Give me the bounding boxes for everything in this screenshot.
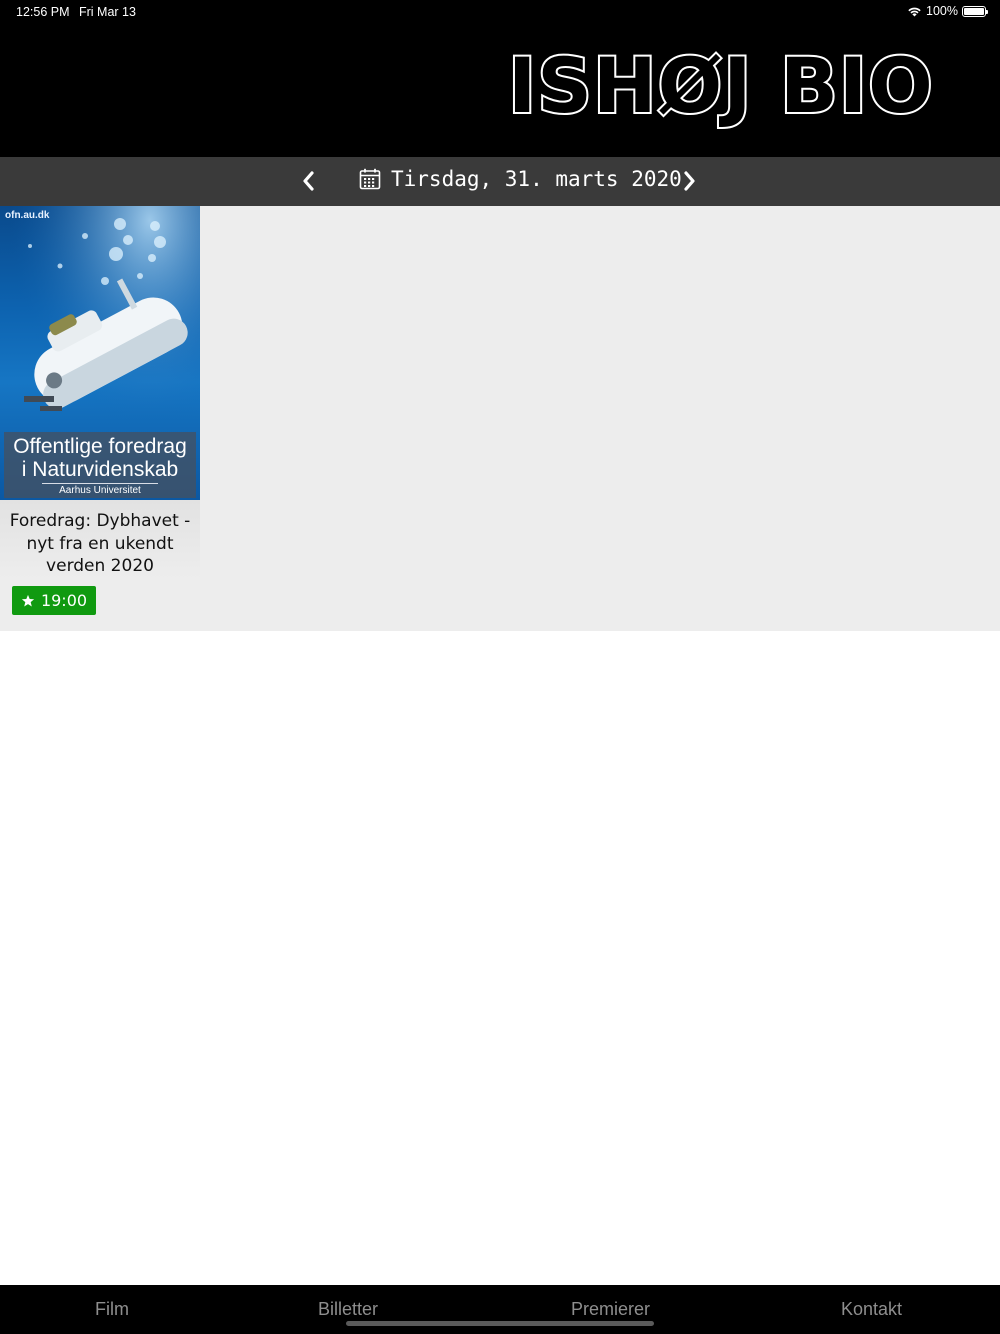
poster-source-label: ofn.au.dk [5,210,50,221]
poster-caption-line3: Aarhus Universitet [42,483,158,497]
battery-percent: 100% [926,4,958,18]
app-header: 12:56 PM Fri Mar 13 100% ISHØJ BIO [0,0,1000,157]
showtime-button[interactable]: 19:00 [12,586,96,615]
home-indicator[interactable] [346,1321,654,1326]
previous-day-button[interactable] [294,165,324,197]
poster-caption-line2: i Naturvidenskab [21,458,179,481]
chevron-right-icon [684,171,695,191]
movie-title[interactable]: Foredrag: Dybhavet - nyt fra en ukendt v… [8,510,192,578]
status-time: 12:56 PM [16,5,70,19]
chevron-left-icon [303,171,314,191]
poster-caption: Offentlige foredrag i Naturvidenskab Aar… [4,432,196,498]
next-day-button[interactable] [674,165,704,197]
movie-list: ofn.au.dk Offentlige foredrag i Naturvid… [0,206,1000,631]
movie-card[interactable]: ofn.au.dk Offentlige foredrag i Naturvid… [0,206,200,631]
tab-film[interactable]: Film [95,1299,129,1320]
status-date: Fri Mar 13 [79,5,136,19]
selected-date[interactable]: Tirsdag, 31. marts 2020 [391,167,682,191]
date-navigation: Tirsdag, 31. marts 2020 [0,157,1000,206]
tab-kontakt[interactable]: Kontakt [841,1299,902,1320]
poster-caption-line1: Offentlige foredrag [13,435,187,458]
tab-premierer[interactable]: Premierer [571,1299,650,1320]
battery-icon [962,5,988,17]
tab-billetter[interactable]: Billetter [318,1299,378,1320]
movie-info: Foredrag: Dybhavet - nyt fra en ukendt v… [0,500,200,631]
app-logo: ISHØJ BIO [506,41,935,130]
status-bar: 12:56 PM Fri Mar 13 100% [0,0,1000,24]
status-right: 100% [907,4,988,18]
star-icon [21,594,35,607]
wifi-icon [908,7,921,16]
movie-poster[interactable]: ofn.au.dk Offentlige foredrag i Naturvid… [0,206,200,500]
calendar-icon[interactable] [359,168,381,190]
tab-bar: Film Billetter Premierer Kontakt [0,1285,1000,1334]
showtime-label: 19:00 [40,591,88,610]
